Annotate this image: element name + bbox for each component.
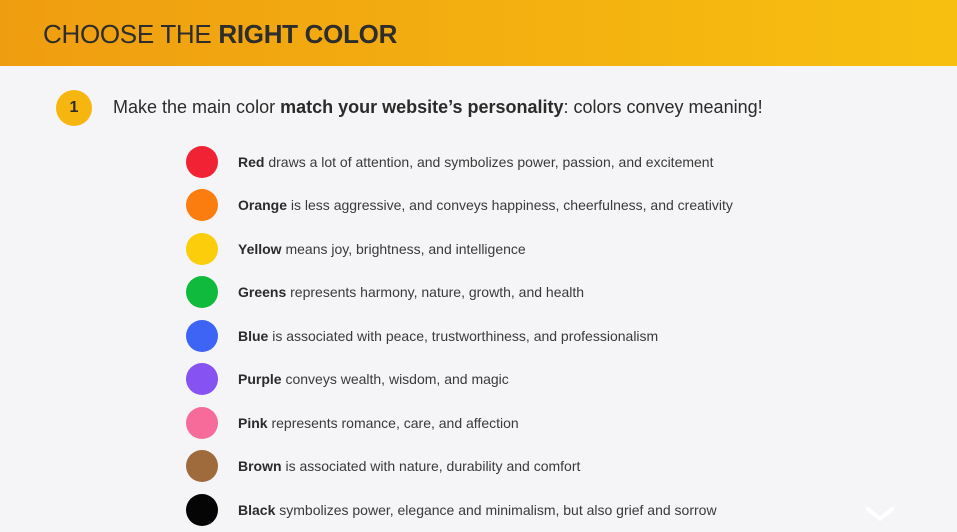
color-meaning: conveys wealth, wisdom, and magic <box>281 371 509 388</box>
color-name: Blue <box>238 327 269 344</box>
color-name: Yellow <box>238 240 282 257</box>
step-headline: Make the main color match your website’s… <box>113 97 763 118</box>
color-name: Greens <box>238 284 287 301</box>
color-description: Purple conveys wealth, wisdom, and magic <box>238 371 509 387</box>
color-meaning: is associated with peace, trustworthines… <box>268 327 659 344</box>
green-swatch <box>186 276 218 309</box>
list-item-black: Black symbolizes power, elegance and min… <box>186 488 733 532</box>
color-description: Black symbolizes power, elegance and min… <box>238 502 717 518</box>
color-name: Pink <box>238 414 268 431</box>
color-description: Greens represents harmony, nature, growt… <box>238 284 584 300</box>
color-meaning: is associated with nature, durability an… <box>281 458 581 475</box>
color-description: Red draws a lot of attention, and symbol… <box>238 154 713 170</box>
blue-swatch <box>186 319 218 352</box>
color-meaning: represents romance, care, and affection <box>267 414 519 431</box>
color-meaning-list: Red draws a lot of attention, and symbol… <box>186 140 733 532</box>
purple-swatch <box>186 363 218 396</box>
list-item-purple: Purple conveys wealth, wisdom, and magic <box>186 358 733 402</box>
list-item-blue: Blue is associated with peace, trustwort… <box>186 314 733 358</box>
orange-swatch <box>186 189 218 222</box>
color-meaning: symbolizes power, elegance and minimalis… <box>275 501 717 518</box>
page-title: CHOOSE THE RIGHT COLOR <box>43 19 397 50</box>
color-name: Red <box>238 153 265 170</box>
list-item-green: Greens represents harmony, nature, growt… <box>186 271 733 315</box>
color-name: Orange <box>238 197 288 214</box>
color-description: Brown is associated with nature, durabil… <box>238 458 580 474</box>
color-description: Pink represents romance, care, and affec… <box>238 415 519 431</box>
color-meaning: means joy, brightness, and intelligence <box>281 240 526 257</box>
list-item-red: Red draws a lot of attention, and symbol… <box>186 140 733 184</box>
list-item-pink: Pink represents romance, care, and affec… <box>186 401 733 445</box>
yellow-swatch <box>186 232 218 265</box>
title-bold: RIGHT COLOR <box>218 19 398 49</box>
color-name: Black <box>238 501 276 518</box>
color-description: Yellow means joy, brightness, and intell… <box>238 241 526 257</box>
color-name: Brown <box>238 458 282 475</box>
watermark-x-icon <box>866 507 894 521</box>
color-meaning: draws a lot of attention, and symbolizes… <box>264 153 714 170</box>
color-meaning: is less aggressive, and conveys happines… <box>287 197 733 214</box>
color-name: Purple <box>238 371 282 388</box>
headline-before: Make the main color <box>113 97 281 117</box>
list-item-orange: Orange is less aggressive, and conveys h… <box>186 184 733 228</box>
list-item-yellow: Yellow means joy, brightness, and intell… <box>186 227 733 271</box>
color-description: Orange is less aggressive, and conveys h… <box>238 197 733 213</box>
headline-after: : colors convey meaning! <box>563 97 763 117</box>
list-item-brown: Brown is associated with nature, durabil… <box>186 445 733 489</box>
brown-swatch <box>186 450 218 483</box>
color-meaning: represents harmony, nature, growth, and … <box>286 284 585 301</box>
headline-bold: match your website’s personality <box>280 97 564 117</box>
pink-swatch <box>186 406 218 439</box>
red-swatch <box>186 145 218 178</box>
color-description: Blue is associated with peace, trustwort… <box>238 328 658 344</box>
header-banner: CHOOSE THE RIGHT COLOR <box>0 0 957 66</box>
step-number-badge: 1 <box>56 90 92 126</box>
title-regular: CHOOSE THE <box>43 19 219 49</box>
